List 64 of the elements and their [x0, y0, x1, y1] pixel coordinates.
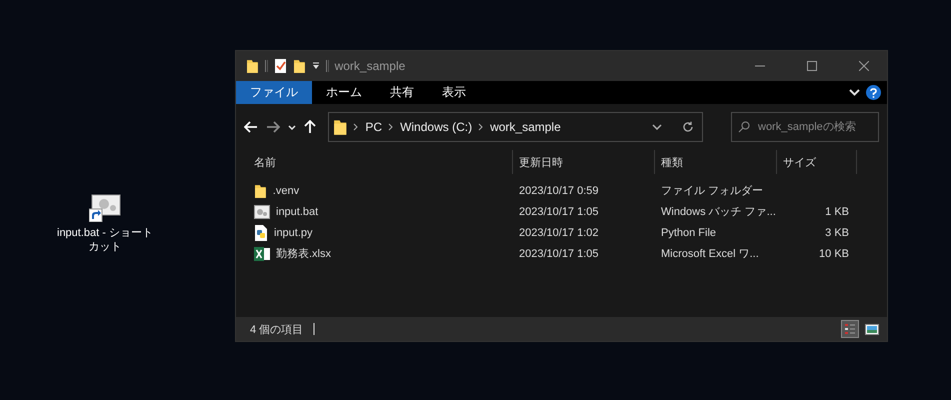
- type-cell-text: Windows バッチ ファ...: [660, 205, 777, 219]
- close-icon: [859, 61, 869, 71]
- breadcrumb[interactable]: work_sample: [490, 120, 561, 134]
- item-count: 4 個の項目: [250, 322, 304, 336]
- ribbon-tab[interactable]: ホーム: [312, 81, 376, 104]
- breadcrumb[interactable]: PC: [365, 120, 382, 134]
- view-toggle-button[interactable]: [841, 320, 859, 338]
- back-button[interactable]: [244, 121, 258, 133]
- chevron-right-icon: [388, 123, 394, 131]
- breadcrumb[interactable]: Windows (C:): [400, 120, 472, 134]
- file-name[interactable]: input.py: [274, 226, 313, 238]
- file-name-cell[interactable]: .venv: [248, 182, 513, 198]
- address-bar[interactable]: PC Windows (C:) work_sample: [328, 112, 703, 142]
- type-cell-text: ファイル フォルダー: [660, 184, 764, 198]
- checklist-icon[interactable]: [274, 58, 287, 74]
- size-cell-text: 1 KB: [824, 206, 850, 218]
- type-cell-text: Python File: [660, 226, 718, 238]
- up-button[interactable]: [304, 120, 316, 134]
- dropdown-icon[interactable]: [312, 62, 320, 70]
- help-icon[interactable]: [866, 85, 881, 100]
- chevron-down-icon[interactable]: [652, 124, 662, 130]
- type-cell-text: Microsoft Excel ワ...: [660, 247, 760, 261]
- column-header[interactable]: 種類: [655, 150, 777, 174]
- search-icon: [738, 121, 750, 133]
- gear-window-icon: [254, 204, 270, 218]
- file-name-cell[interactable]: 勤務表.xlsx: [248, 246, 513, 262]
- column-header[interactable]: 更新日時: [513, 150, 655, 174]
- maximize-icon: [807, 61, 817, 71]
- window-title: work_sample: [334, 59, 406, 73]
- search-input[interactable]: work_sampleの検索: [756, 120, 870, 134]
- batch-shortcut-icon: [89, 194, 121, 222]
- python-file-icon: [254, 224, 268, 240]
- recent-dropdown-button[interactable]: [288, 124, 296, 130]
- refresh-icon[interactable]: [682, 121, 694, 133]
- ribbon-tab[interactable]: 表示: [428, 81, 480, 104]
- date-cell-text: 2023/10/17 1:05: [518, 248, 600, 260]
- file-name[interactable]: .venv: [272, 184, 300, 196]
- chevron-right-icon: [478, 123, 484, 131]
- folder-icon: [246, 58, 259, 74]
- search-box[interactable]: work_sampleの検索: [731, 112, 879, 142]
- ribbon-tab[interactable]: ファイル: [236, 81, 312, 104]
- file-name[interactable]: 勤務表.xlsx: [276, 246, 331, 261]
- spreadsheet-icon: [254, 246, 270, 262]
- column-header[interactable]: サイズ: [777, 150, 857, 174]
- folder-icon: [292, 58, 306, 74]
- file-name[interactable]: input.bat: [276, 206, 318, 218]
- ribbon-tab[interactable]: 共有: [376, 81, 428, 104]
- column-header[interactable]: 名前: [248, 150, 513, 174]
- picture-view-icon: [865, 324, 879, 334]
- chevron-right-icon: [353, 123, 360, 131]
- size-cell-text: 3 KB: [824, 226, 850, 238]
- folder-icon: [254, 182, 267, 198]
- desktop-icon-label[interactable]: input.bat - ショートカット: [55, 226, 155, 254]
- text-cursor-icon: [313, 323, 316, 335]
- file-name-cell[interactable]: input.py: [248, 224, 513, 240]
- file-name-cell[interactable]: input.bat: [248, 204, 513, 218]
- details-view-icon: [844, 323, 856, 335]
- size-cell-text: 10 KB: [818, 248, 850, 260]
- date-cell-text: 2023/10/17 1:05: [518, 206, 600, 218]
- forward-button[interactable]: [266, 121, 280, 133]
- date-cell-text: 2023/10/17 0:59: [518, 184, 600, 196]
- date-cell-text: 2023/10/17 1:02: [518, 226, 600, 238]
- minimize-icon: [755, 65, 765, 67]
- folder-icon: [333, 118, 348, 136]
